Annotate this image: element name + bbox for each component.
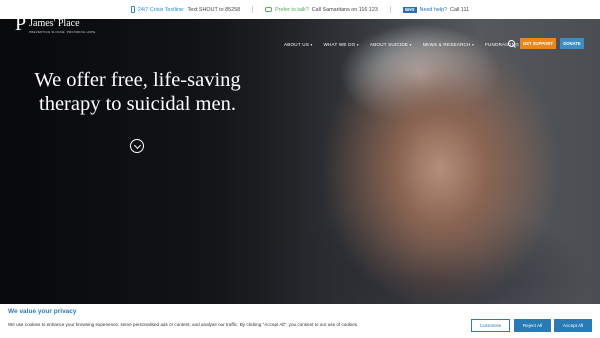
- samaritans-text: Call Samaritans on 116 123: [311, 6, 378, 13]
- nav-about-suicide[interactable]: ABOUT SUICIDE ▾: [370, 42, 412, 47]
- cookie-text: We use cookies to enhance your browsing …: [8, 322, 359, 327]
- get-support-button[interactable]: GET SUPPORT: [520, 38, 556, 49]
- nav-about-us[interactable]: ABOUT US ▾: [284, 42, 312, 47]
- chat-icon: [265, 7, 273, 12]
- divider: [389, 6, 391, 13]
- logo-mark: P: [15, 13, 27, 35]
- nhs-line[interactable]: NHS Need help? Call 111: [402, 6, 470, 13]
- logo-name: James' Place: [29, 18, 80, 29]
- cookie-banner: We value your privacy We use cookies to …: [0, 304, 600, 338]
- nav-label: ABOUT US: [284, 42, 309, 47]
- search-icon[interactable]: [508, 40, 515, 47]
- nav-label: NEWS & RESEARCH: [422, 42, 471, 47]
- scroll-down-button[interactable]: [130, 139, 144, 153]
- hero-image: [0, 19, 600, 304]
- hero-headline: We offer free, life-saving therapy to su…: [34, 69, 241, 115]
- logo-wordmark: James' Place PREVENTING SUICIDE, PROVIDI…: [29, 15, 96, 35]
- samaritans-line[interactable]: Prefer to talk? Call Samaritans on 116 1…: [265, 7, 378, 13]
- accept-all-button[interactable]: Accept All: [554, 319, 592, 332]
- nav-label: WHAT WE DO: [323, 42, 356, 47]
- nav-what-we-do[interactable]: WHAT WE DO ▾: [323, 42, 358, 47]
- customise-button[interactable]: Customise: [471, 319, 510, 332]
- nav-label: ABOUT SUICIDE: [369, 42, 409, 47]
- textline-text: Text SHOUT to 85258: [187, 6, 241, 13]
- chevron-down-icon: ▾: [472, 42, 475, 47]
- divider: [252, 6, 254, 13]
- hero-section: [0, 19, 600, 304]
- site-logo[interactable]: P James' Place PREVENTING SUICIDE, PROVI…: [15, 13, 96, 35]
- nhs-label: Need help?: [419, 6, 448, 13]
- chevron-down-icon: ▾: [409, 42, 412, 47]
- nav-fundraising[interactable]: FUNDRAISING▾: [485, 42, 522, 47]
- chevron-down-icon: [133, 141, 141, 149]
- chevron-down-icon: ▾: [356, 42, 359, 47]
- nav-news-research[interactable]: NEWS & RESEARCH ▾: [423, 42, 474, 47]
- chevron-down-icon: ▾: [310, 42, 313, 47]
- logo-tagline: PREVENTING SUICIDE, PROVIDING HOPE: [29, 30, 96, 34]
- phone-icon: [130, 6, 135, 13]
- textline-label: 24/7 Crisis Textline:: [137, 6, 185, 13]
- donate-button[interactable]: DONATE: [560, 38, 584, 49]
- reject-all-button[interactable]: Reject All: [514, 319, 551, 332]
- crisis-textline[interactable]: 24/7 Crisis Textline: Text SHOUT to 8525…: [130, 6, 241, 13]
- nhs-text: Call 111: [450, 6, 470, 13]
- samaritans-label: Prefer to talk?: [275, 6, 309, 13]
- cookie-title: We value your privacy: [8, 308, 77, 315]
- nhs-logo: NHS: [402, 6, 417, 13]
